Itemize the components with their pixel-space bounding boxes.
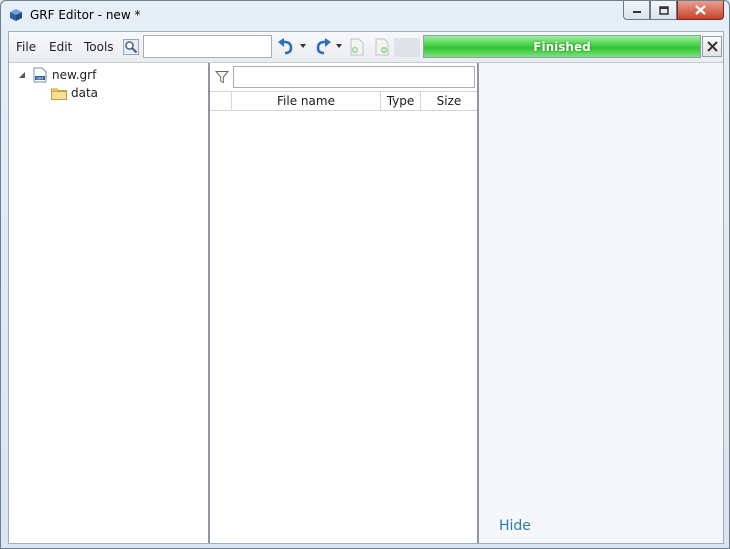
minimize-button[interactable]: [623, 1, 650, 20]
grf-editor-cube-icon: [10, 9, 22, 21]
tree-item-label: new.grf: [52, 68, 97, 82]
column-header-file-name[interactable]: File name: [232, 92, 381, 110]
funnel-icon: [215, 71, 229, 84]
tree-item-root[interactable]: GRF new.grf: [17, 66, 96, 84]
close-icon: [706, 41, 718, 52]
preview-pane: Hide: [479, 63, 723, 543]
title-bar[interactable]: GRF Editor - new *: [1, 1, 729, 31]
column-header-type[interactable]: Type: [381, 92, 421, 110]
tree-item-data[interactable]: data: [51, 84, 98, 102]
progress-bar: Finished: [423, 35, 701, 58]
close-window-button[interactable]: [677, 1, 724, 20]
undo-icon[interactable]: [277, 38, 295, 56]
redo-dropdown-icon[interactable]: [336, 44, 342, 48]
menu-tools[interactable]: Tools: [84, 40, 114, 54]
file-list-pane: File name Type Size: [210, 63, 477, 543]
magnifier-icon[interactable]: [123, 39, 139, 55]
toolbar-spacer: [394, 38, 420, 57]
undo-dropdown-icon[interactable]: [300, 44, 306, 48]
svg-text:GRF: GRF: [36, 77, 43, 81]
hide-link[interactable]: Hide: [499, 518, 531, 534]
tree-view[interactable]: GRF new.grf data: [9, 63, 208, 543]
column-header-size[interactable]: Size: [421, 92, 477, 110]
tree-item-label: data: [71, 86, 99, 100]
expanded-arrow-icon[interactable]: [17, 70, 27, 80]
menu-file[interactable]: File: [16, 40, 36, 54]
file-list-body[interactable]: [210, 112, 477, 543]
search-input[interactable]: [143, 35, 272, 58]
close-icon: [695, 5, 706, 15]
progress-close-button[interactable]: [702, 36, 722, 57]
redo-icon[interactable]: [314, 38, 332, 56]
folder-icon: [51, 88, 67, 100]
extract-file-icon[interactable]: [373, 38, 391, 56]
menu-edit[interactable]: Edit: [49, 40, 72, 54]
maximize-icon: [658, 5, 669, 15]
window-title: GRF Editor - new *: [30, 8, 141, 22]
minimize-icon: [632, 11, 641, 13]
client-area: File Edit Tools Finished GRF new.grf dat…: [8, 31, 724, 544]
grf-file-icon: GRF: [33, 67, 47, 83]
app-window: GRF Editor - new * File Edit Tools Finis…: [0, 0, 730, 549]
filter-input[interactable]: [233, 66, 475, 88]
file-list-header: File name Type Size: [210, 91, 477, 111]
progress-label: Finished: [533, 39, 591, 54]
add-file-icon[interactable]: [348, 38, 366, 56]
maximize-button[interactable]: [650, 1, 677, 20]
header-spacer: [210, 92, 232, 110]
toolbar: File Edit Tools Finished: [9, 32, 723, 63]
